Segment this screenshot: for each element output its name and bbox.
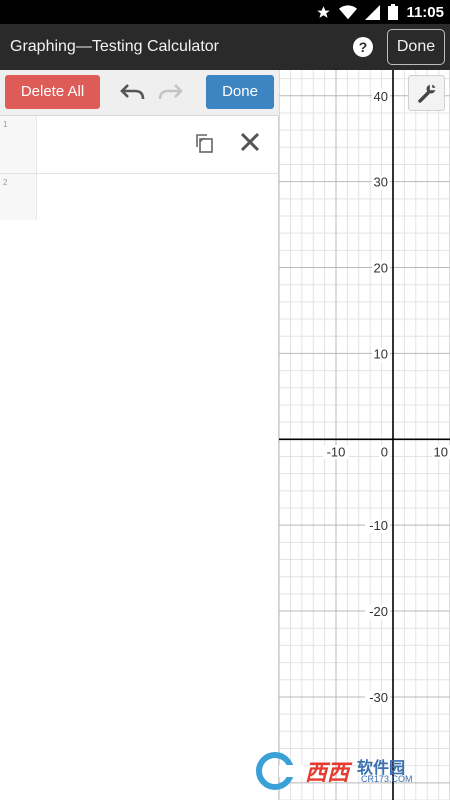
status-bar: 11:05 [0,0,450,24]
watermark: 西西 软件园 CR173.COM [253,750,428,792]
wrench-icon [418,84,436,103]
x-tick-label: -10 [327,444,346,459]
watermark-site: CR173.COM [361,774,413,784]
star-icon [317,5,331,18]
expression-gutter: 1 [0,116,37,173]
graph-canvas[interactable]: -10 0 10 40 30 20 10 -10 -20 -30 [279,70,450,800]
undo-icon[interactable] [120,80,146,102]
done-button[interactable]: Done [206,75,274,109]
x-tick-label: 0 [381,444,388,459]
expression-gutter: 2 [0,174,37,220]
graph-svg: -10 0 10 40 30 20 10 -10 -20 -30 [279,70,450,800]
expression-row[interactable]: 2 [0,174,279,220]
redo-icon[interactable] [157,80,183,102]
app-bar: Graphing—Testing Calculator ? Done [0,24,450,70]
expression-row[interactable]: 1 [0,116,279,174]
header-done-button[interactable]: Done [387,29,445,65]
page-title: Graphing—Testing Calculator [10,38,219,55]
close-icon[interactable] [239,131,261,153]
watermark-logo-icon [256,752,303,790]
y-tick-label: -20 [369,604,388,619]
expression-number: 2 [3,178,8,187]
y-tick-label: 30 [374,175,388,190]
graph-settings-button[interactable] [408,75,445,111]
wifi-icon [339,4,358,19]
watermark-brand: 西西 [305,760,350,785]
expression-panel: Delete All Done 1 2 [0,70,279,800]
expression-toolbar: Delete All Done [0,70,279,116]
status-time: 11:05 [406,3,444,21]
y-tick-label: 40 [374,89,388,104]
battery-icon [388,4,399,20]
y-tick-label: 20 [374,261,388,276]
delete-all-button[interactable]: Delete All [5,75,100,109]
expression-number: 1 [3,120,8,129]
y-tick-label: -10 [369,518,388,533]
y-tick-label: 10 [374,346,388,361]
x-tick-label: 10 [434,444,448,459]
signal-icon [365,4,381,20]
copy-icon[interactable] [193,132,215,154]
help-icon[interactable]: ? [353,37,373,57]
y-tick-label: -30 [369,690,388,705]
